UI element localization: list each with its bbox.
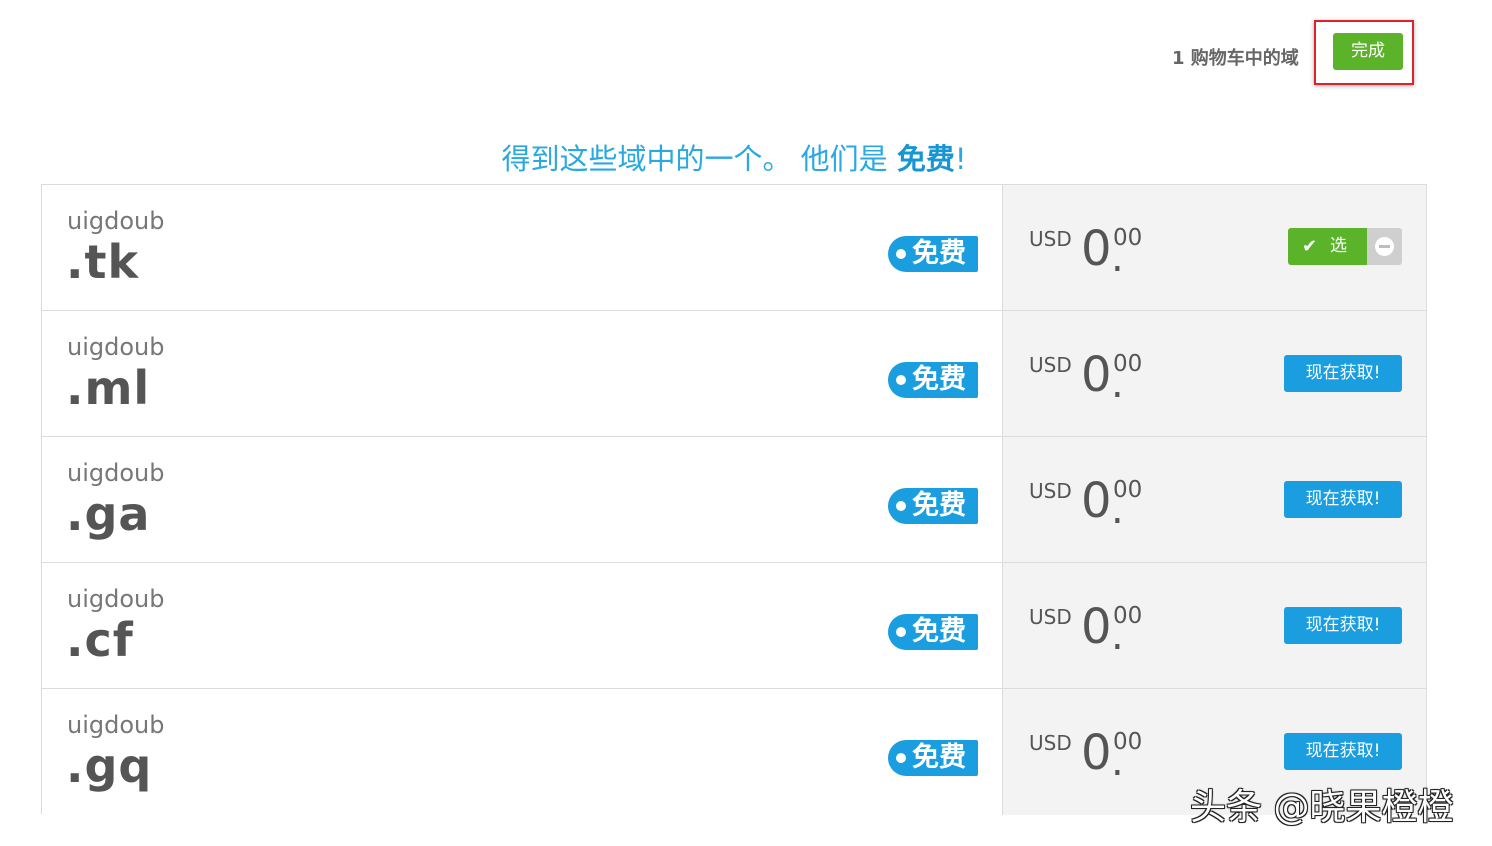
domain-info-cell: uigdoub .tk 免费 [42, 185, 1002, 310]
price-currency: USD [1029, 479, 1072, 503]
price-currency: USD [1029, 353, 1072, 377]
domain-price-cell: USD 0 . 00 现在获取! [1002, 311, 1426, 436]
price-cents: 00 [1113, 351, 1143, 377]
domain-row: uigdoub .tk 免费 USD 0 . 00 ✔ 选 [42, 185, 1426, 311]
headline-text: 得到这些域中的一个。 他们是 [501, 142, 897, 176]
domain-name: uigdoub [67, 333, 165, 361]
price-integer: 0 [1081, 725, 1112, 781]
domain-tld: .cf [66, 613, 134, 667]
done-button[interactable]: 完成 [1333, 33, 1403, 70]
get-now-button[interactable]: 现在获取! [1284, 481, 1402, 518]
domain-table: uigdoub .tk 免费 USD 0 . 00 ✔ 选 uigdoub .m… [41, 184, 1427, 815]
price-currency: USD [1029, 605, 1072, 629]
free-badge-label: 免费 [912, 742, 966, 773]
badge-dot-icon [896, 375, 906, 385]
selected-label: 选 [1330, 236, 1347, 256]
free-badge-label: 免费 [912, 616, 966, 647]
domain-price-cell: USD 0 . 00 现在获取! [1002, 437, 1426, 562]
price-cents: 00 [1113, 603, 1143, 629]
remove-button[interactable] [1367, 228, 1402, 265]
price-integer: 0 [1081, 599, 1112, 655]
domain-info-cell: uigdoub .cf 免费 [42, 563, 1002, 688]
domain-row: uigdoub .cf 免费 USD 0 . 00 现在获取! [42, 563, 1426, 689]
domain-name: uigdoub [67, 207, 165, 235]
get-now-button[interactable]: 现在获取! [1284, 733, 1402, 770]
domain-info-cell: uigdoub .ga 免费 [42, 437, 1002, 562]
cart-count: 1 购物车中的域 [1172, 48, 1299, 69]
badge-dot-icon [896, 501, 906, 511]
free-badge-label: 免费 [912, 490, 966, 521]
free-badge: 免费 [888, 740, 978, 776]
price-cents: 00 [1113, 729, 1143, 755]
badge-dot-icon [896, 627, 906, 637]
domain-price-cell: USD 0 . 00 现在获取! [1002, 563, 1426, 688]
price-cents: 00 [1113, 225, 1143, 251]
price-integer: 0 [1081, 221, 1112, 277]
get-now-button[interactable]: 现在获取! [1284, 355, 1402, 392]
domain-tld: .ml [66, 361, 151, 415]
badge-dot-icon [896, 249, 906, 259]
page-headline: 得到这些域中的一个。 他们是 免费! [0, 136, 1468, 178]
price-integer: 0 [1081, 473, 1112, 529]
domain-info-cell: uigdoub .gq 免费 [42, 689, 1002, 815]
selected-button[interactable]: ✔ 选 [1288, 228, 1367, 265]
check-icon: ✔ [1302, 236, 1318, 257]
free-badge: 免费 [888, 362, 978, 398]
price-integer: 0 [1081, 347, 1112, 403]
headline-suffix: ! [954, 142, 967, 176]
free-badge-label: 免费 [912, 364, 966, 395]
free-badge: 免费 [888, 614, 978, 650]
domain-row: uigdoub .ml 免费 USD 0 . 00 现在获取! [42, 311, 1426, 437]
minus-circle-icon [1375, 237, 1394, 256]
domain-name: uigdoub [67, 711, 165, 739]
watermark: 头条 @晓果橙橙 [1190, 787, 1454, 828]
free-badge-label: 免费 [912, 238, 966, 269]
domain-tld: .ga [66, 487, 151, 541]
domain-row: uigdoub .ga 免费 USD 0 . 00 现在获取! [42, 437, 1426, 563]
free-badge: 免费 [888, 236, 978, 272]
free-badge: 免费 [888, 488, 978, 524]
domain-name: uigdoub [67, 459, 165, 487]
domain-price-cell: USD 0 . 00 ✔ 选 [1002, 185, 1426, 310]
headline-emphasis: 免费 [896, 142, 955, 176]
get-now-button[interactable]: 现在获取! [1284, 607, 1402, 644]
badge-dot-icon [896, 753, 906, 763]
price-cents: 00 [1113, 477, 1143, 503]
domain-tld: .tk [66, 235, 140, 289]
selected-toggle: ✔ 选 [1288, 228, 1402, 265]
domain-name: uigdoub [67, 585, 165, 613]
domain-tld: .gq [66, 739, 153, 793]
domain-info-cell: uigdoub .ml 免费 [42, 311, 1002, 436]
price-currency: USD [1029, 227, 1072, 251]
price-currency: USD [1029, 731, 1072, 755]
